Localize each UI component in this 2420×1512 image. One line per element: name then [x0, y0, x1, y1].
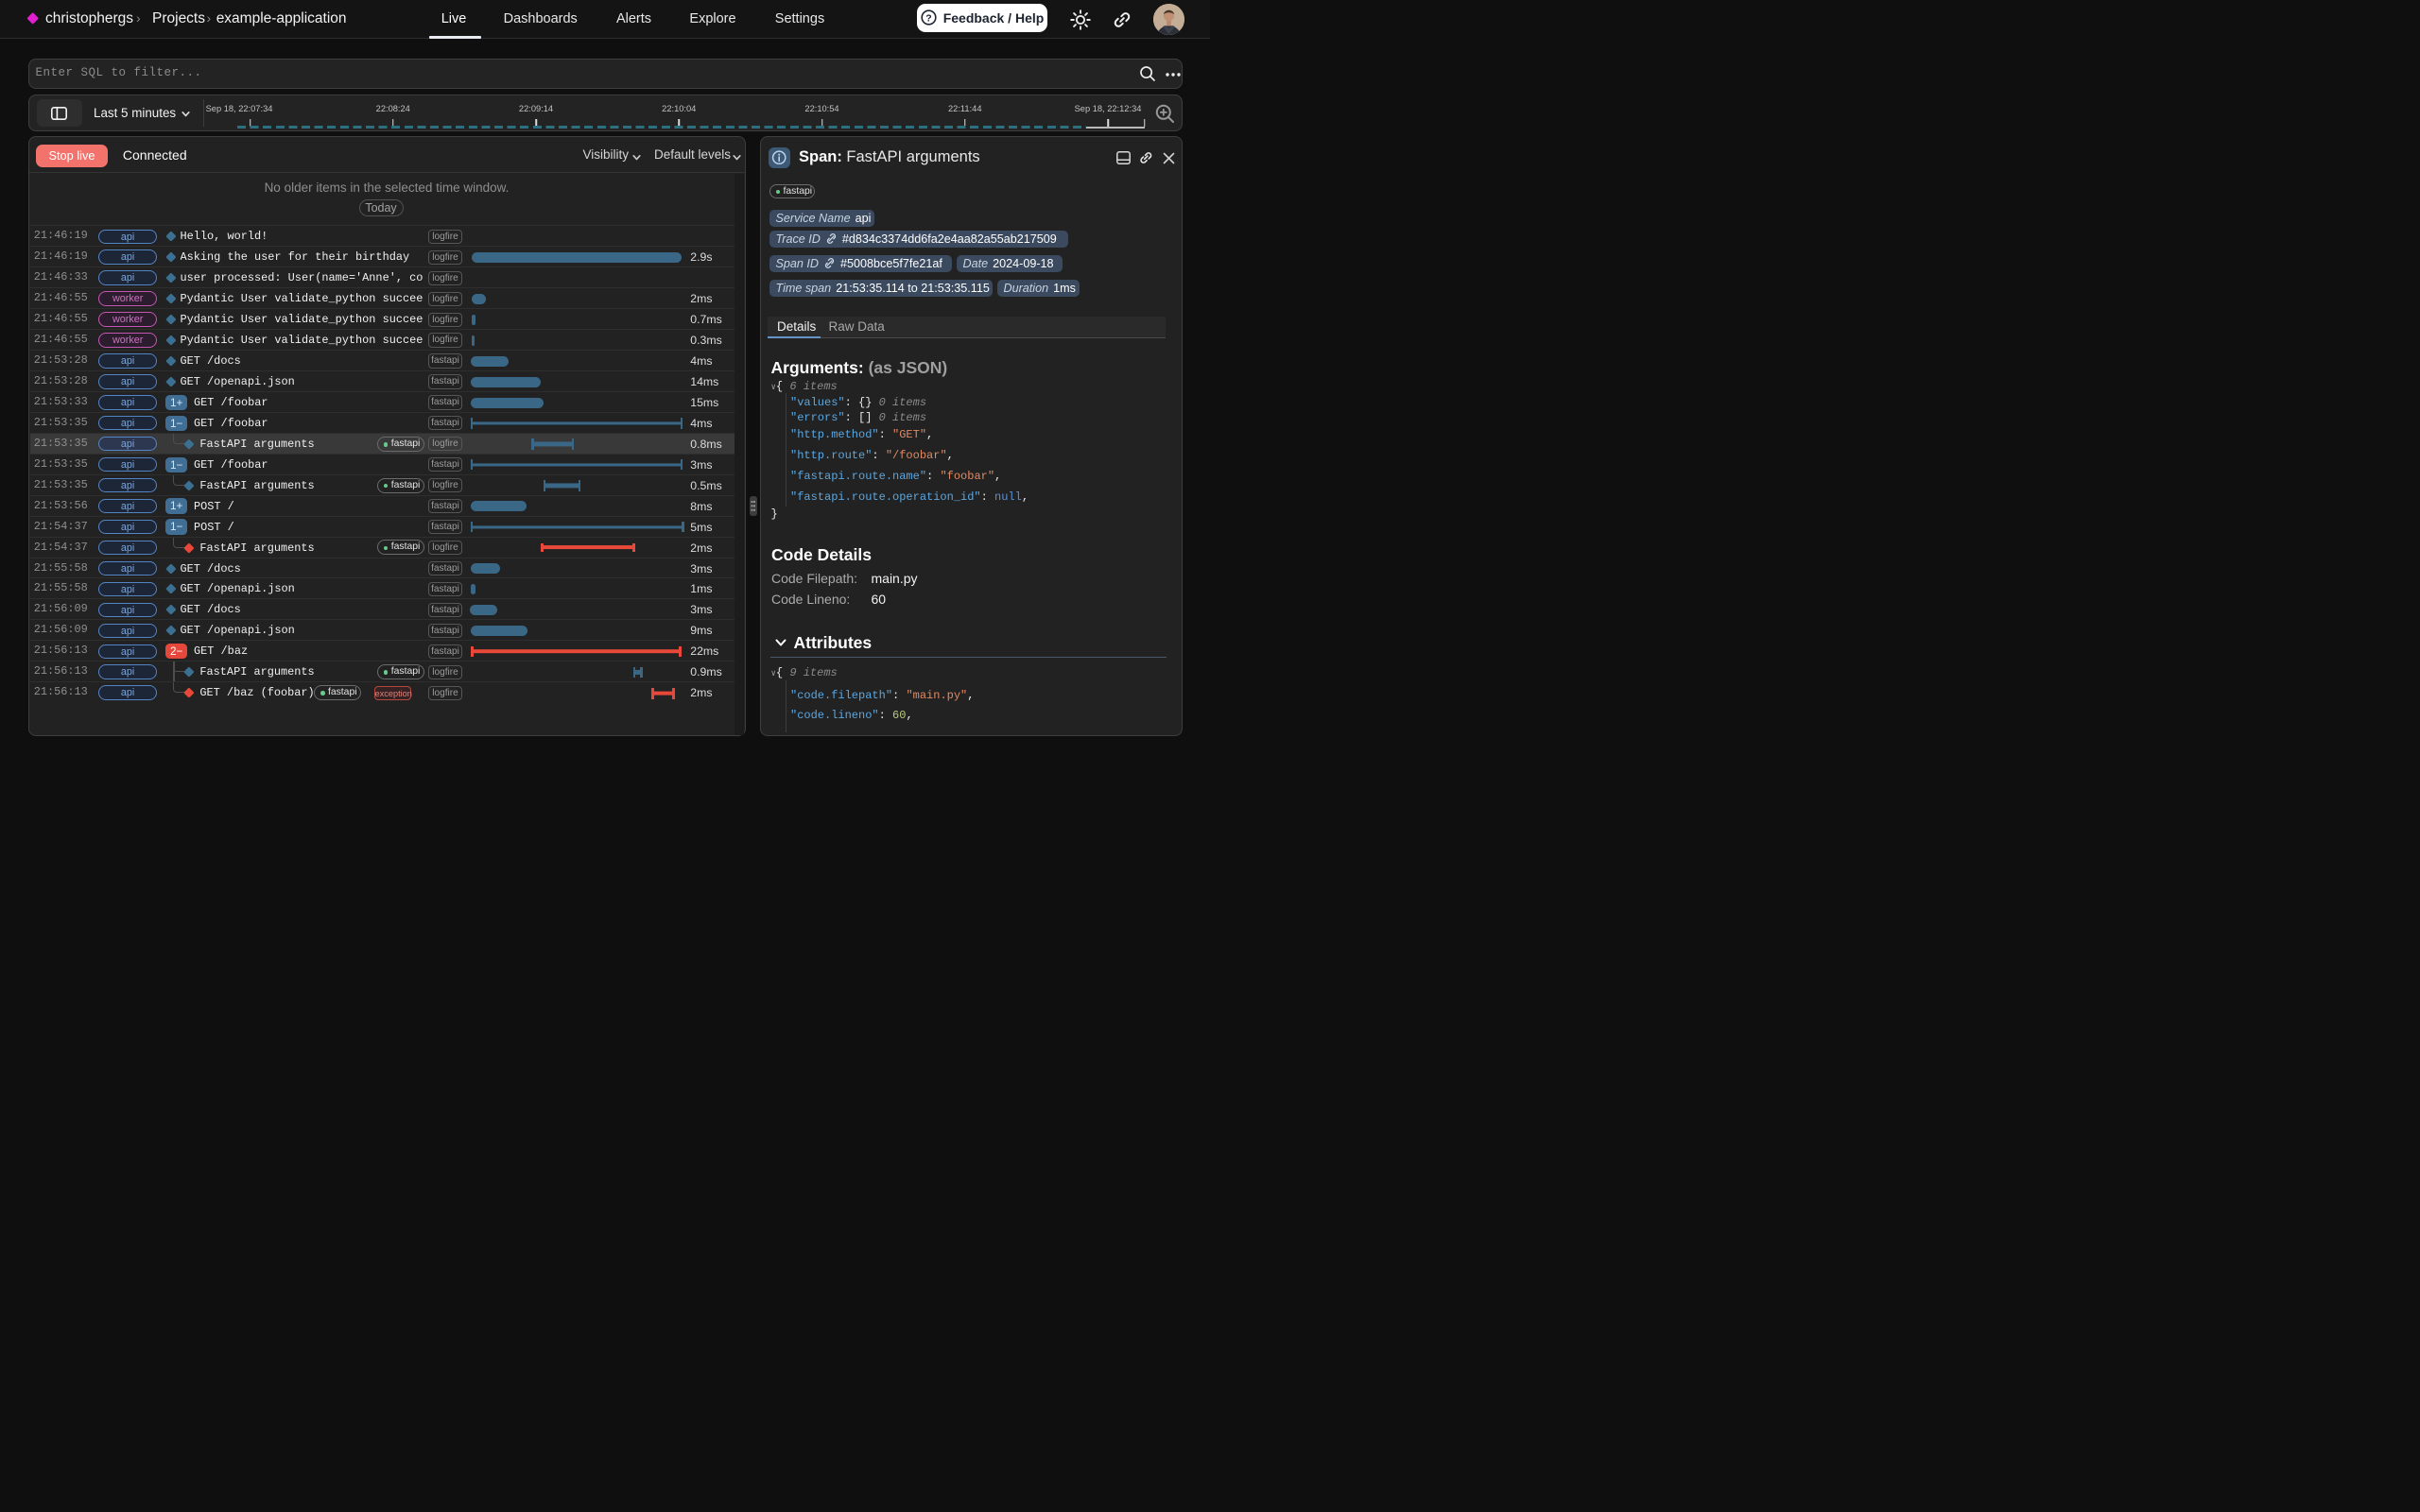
svg-text:?: ? [925, 13, 931, 25]
